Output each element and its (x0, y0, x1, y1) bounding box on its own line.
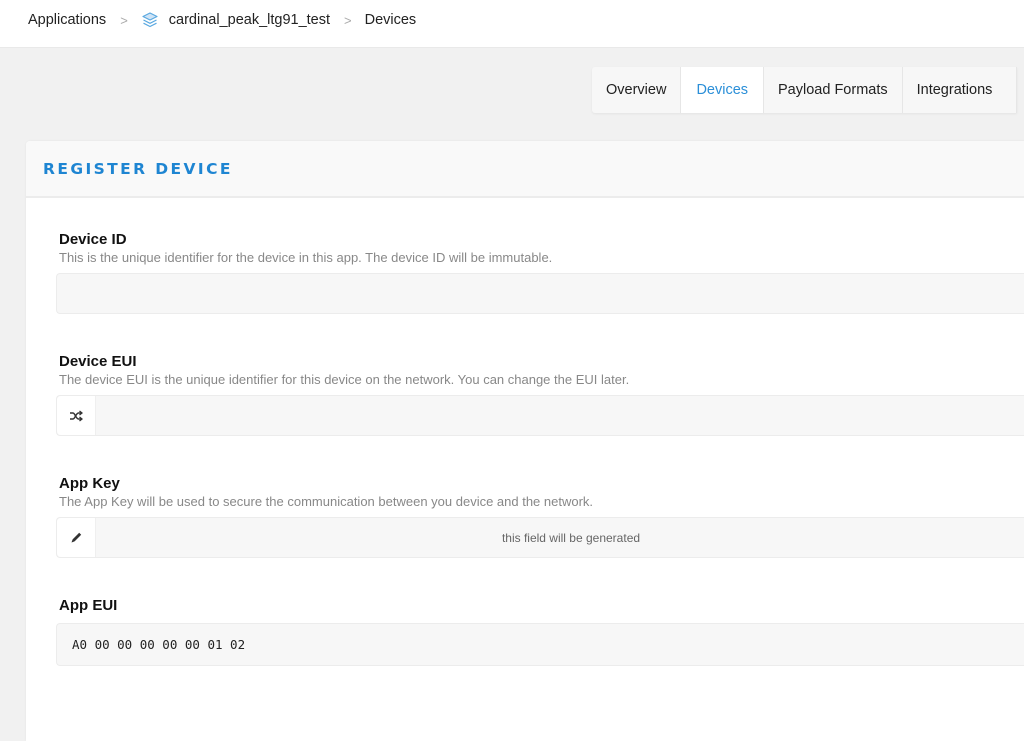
app-key-label: App Key (59, 475, 120, 492)
tab-overview[interactable]: Overview (592, 67, 682, 113)
breadcrumb-applications[interactable]: Applications (28, 12, 106, 28)
device-eui-label: Device EUI (59, 353, 137, 370)
breadcrumb: Applications > cardinal_peak_ltg91_test … (28, 11, 416, 29)
device-eui-input-box (56, 395, 1024, 436)
device-eui-input[interactable] (96, 396, 1024, 435)
shuffle-icon[interactable] (57, 396, 96, 435)
top-bar: Applications > cardinal_peak_ltg91_test … (0, 0, 1024, 48)
breadcrumb-separator-icon: > (344, 12, 352, 28)
app-key-input-box (56, 517, 1024, 558)
device-eui-field: Device EUI The device EUI is the unique … (56, 353, 1024, 436)
app-eui-field: App EUI (56, 597, 1024, 666)
app-key-input[interactable] (96, 518, 1024, 557)
app-eui-label: App EUI (59, 597, 118, 614)
app-eui-input[interactable] (57, 624, 1024, 665)
app-key-description: The App Key will be used to secure the c… (59, 494, 594, 509)
tab-payload-formats[interactable]: Payload Formats (764, 67, 903, 113)
pencil-icon[interactable] (57, 518, 96, 557)
device-id-description: This is the unique identifier for the de… (59, 250, 553, 265)
stack-layers-icon (141, 11, 159, 29)
app-eui-input-box (56, 623, 1024, 666)
device-eui-description: The device EUI is the unique identifier … (59, 372, 630, 387)
device-id-field: Device ID This is the unique identifier … (56, 231, 1024, 314)
device-id-input-box (56, 273, 1024, 314)
tab-devices[interactable]: Devices (681, 67, 765, 113)
breadcrumb-devices[interactable]: Devices (365, 12, 417, 28)
breadcrumb-application[interactable]: cardinal_peak_ltg91_test (169, 12, 330, 28)
breadcrumb-separator-icon: > (120, 12, 128, 28)
device-id-input[interactable] (57, 274, 1024, 313)
card-header: REGISTER DEVICE (26, 141, 1024, 198)
app-tabs: Overview Devices Payload Formats Integra… (592, 67, 1018, 113)
register-device-card: REGISTER DEVICE Device ID This is the un… (26, 141, 1024, 741)
tab-integrations[interactable]: Integrations (903, 67, 1018, 113)
card-title: REGISTER DEVICE (43, 159, 233, 178)
device-id-label: Device ID (59, 231, 127, 248)
app-key-field: App Key The App Key will be used to secu… (56, 475, 1024, 558)
